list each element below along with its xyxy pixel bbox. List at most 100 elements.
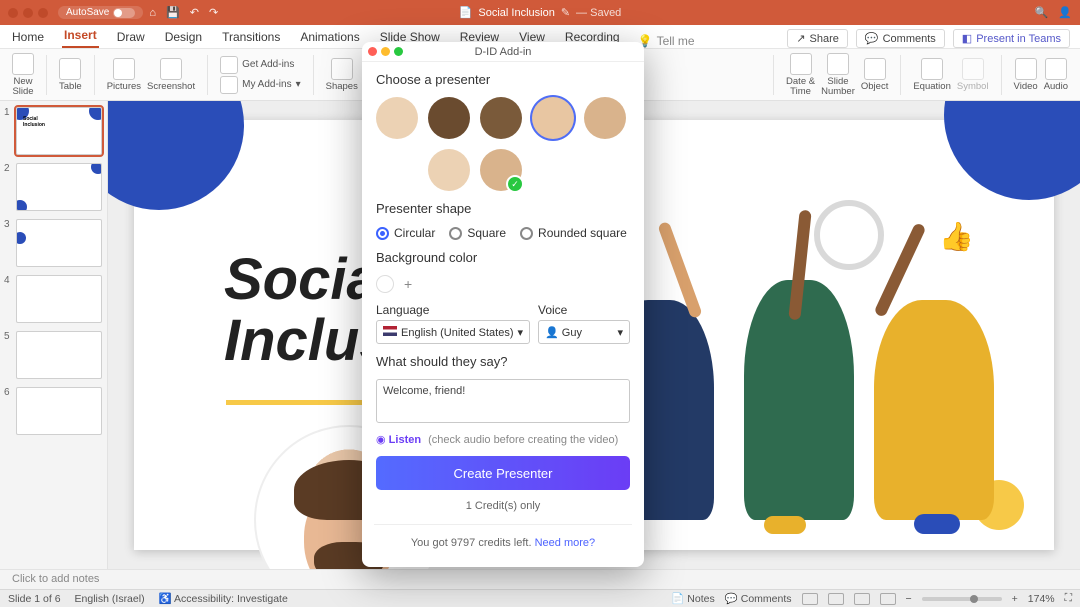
modal-title: D-ID Add-in <box>475 46 532 58</box>
shape-circular-radio[interactable]: Circular <box>376 226 435 240</box>
tab-animations[interactable]: Animations <box>298 26 361 48</box>
shape-square-radio[interactable]: Square <box>449 226 506 240</box>
autosave-toggle[interactable]: AutoSave <box>58 6 143 19</box>
modal-titlebar: D-ID Add-in <box>362 42 644 62</box>
redo-icon[interactable]: ↷ <box>209 6 218 19</box>
chevron-down-icon: ▾ <box>617 326 623 339</box>
audio-button[interactable]: Audio <box>1044 58 1068 92</box>
choose-presenter-heading: Choose a presenter <box>376 72 630 87</box>
credits-cost: 1 Credit(s) only <box>376 500 630 512</box>
saved-label: — Saved <box>576 7 621 19</box>
notes-toggle[interactable]: 📄 Notes <box>671 592 714 605</box>
presenter-option-7[interactable] <box>480 149 522 191</box>
sorter-view-button[interactable] <box>828 593 844 605</box>
zoom-out-button[interactable]: − <box>906 593 912 605</box>
datetime-button[interactable]: Date & Time <box>786 53 815 97</box>
presenter-option-5[interactable] <box>584 97 626 139</box>
doc-icon: 📄 <box>459 6 473 19</box>
share-icon: ↗ <box>796 32 805 45</box>
slidenumber-button[interactable]: Slide Number <box>821 53 855 97</box>
autosave-label: AutoSave <box>66 7 109 18</box>
object-button[interactable]: Object <box>861 58 888 92</box>
slide-illustration: 👍 <box>594 180 1014 530</box>
doc-title: 📄 Social Inclusion ✎ — Saved <box>459 6 622 19</box>
shapes-button[interactable]: Shapes <box>326 58 358 92</box>
normal-view-button[interactable] <box>802 593 818 605</box>
share-button[interactable]: ↗Share <box>787 29 848 48</box>
slideshow-view-button[interactable] <box>880 593 896 605</box>
titlebar: AutoSave ⌂ 💾 ↶ ↷ 📄 Social Inclusion ✎ — … <box>0 0 1080 25</box>
presenter-option-4[interactable] <box>532 97 574 139</box>
accessibility-status[interactable]: ♿ Accessibility: Investigate <box>159 592 288 605</box>
presenter-shape-heading: Presenter shape <box>376 201 630 216</box>
slide-counter: Slide 1 of 6 <box>8 593 61 605</box>
person-icon: 👤 <box>545 327 559 339</box>
tab-insert[interactable]: Insert <box>62 24 99 48</box>
presenter-option-1[interactable] <box>376 97 418 139</box>
thumbnail-6[interactable] <box>16 387 102 435</box>
presenter-shape-radios: Circular Square Rounded square <box>376 226 630 240</box>
bg-color-row: + <box>376 275 630 293</box>
did-addin-panel: D-ID Add-in Choose a presenter Presenter… <box>362 42 644 567</box>
tab-draw[interactable]: Draw <box>115 26 147 48</box>
comments-button[interactable]: 💬Comments <box>856 29 945 48</box>
symbol-button[interactable]: Symbol <box>957 58 989 92</box>
zoom-level[interactable]: 174% <box>1028 593 1055 605</box>
shape-rounded-radio[interactable]: Rounded square <box>520 226 627 240</box>
chevron-down-icon: ▾ <box>296 79 301 90</box>
comment-icon: 💬 <box>865 32 879 45</box>
listen-row[interactable]: ◉ Listen (check audio before creating th… <box>376 433 630 446</box>
fit-window-button[interactable]: ⛶ <box>1065 592 1072 605</box>
credits-left: You got 9797 credits left. Need more? <box>376 537 630 549</box>
screenshot-button[interactable]: Screenshot <box>147 58 195 92</box>
reading-view-button[interactable] <box>854 593 870 605</box>
presenter-option-6[interactable] <box>428 149 470 191</box>
slide-thumbnails: 1SocialInclusion 2 3 4 5 6 <box>0 101 108 569</box>
language-select[interactable]: English (United States) ▾ <box>376 320 530 344</box>
present-teams-button[interactable]: ◧Present in Teams <box>953 29 1070 48</box>
language-status[interactable]: English (Israel) <box>75 593 145 605</box>
get-addins-button[interactable]: Get Add-ins <box>220 55 294 75</box>
video-button[interactable]: Video <box>1014 58 1038 92</box>
language-label: Language <box>376 303 530 317</box>
bg-color-white[interactable] <box>376 275 394 293</box>
thumbnail-2[interactable] <box>16 163 102 211</box>
mac-window-controls[interactable] <box>8 8 48 18</box>
new-slide-button[interactable]: New Slide <box>12 53 34 97</box>
status-bar: Slide 1 of 6 English (Israel) ♿ Accessib… <box>0 589 1080 607</box>
script-textarea[interactable]: Welcome, friend! <box>376 379 630 423</box>
bg-color-heading: Background color <box>376 250 630 265</box>
need-more-link[interactable]: Need more? <box>535 537 596 549</box>
search-icon[interactable]: 🔍 <box>1035 6 1049 19</box>
pictures-button[interactable]: Pictures <box>107 58 141 92</box>
table-button[interactable]: Table <box>59 58 82 92</box>
teams-icon: ◧ <box>962 32 972 45</box>
comments-toggle[interactable]: 💬 Comments <box>725 592 792 605</box>
equation-button[interactable]: Equation <box>913 58 951 92</box>
notes-pane[interactable]: Click to add notes <box>0 569 1080 589</box>
create-presenter-button[interactable]: Create Presenter <box>376 456 630 490</box>
undo-icon[interactable]: ↶ <box>190 6 199 19</box>
tab-home[interactable]: Home <box>10 26 46 48</box>
zoom-slider[interactable] <box>922 597 1002 601</box>
modal-window-controls[interactable] <box>368 47 403 56</box>
my-addins-button[interactable]: My Add-ins▾ <box>220 75 301 95</box>
user-icon[interactable]: 👤 <box>1058 6 1072 19</box>
thumbnail-1[interactable]: SocialInclusion <box>16 107 102 155</box>
home-icon[interactable]: ⌂ <box>149 7 156 19</box>
thumbnail-3[interactable] <box>16 219 102 267</box>
voice-select[interactable]: 👤 Guy ▾ <box>538 320 630 344</box>
presenter-option-2[interactable] <box>428 97 470 139</box>
tab-transitions[interactable]: Transitions <box>220 26 282 48</box>
presenter-option-3[interactable] <box>480 97 522 139</box>
flag-icon <box>383 326 397 336</box>
save-icon[interactable]: 💾 <box>166 6 180 19</box>
thumbnail-4[interactable] <box>16 275 102 323</box>
thumbnail-5[interactable] <box>16 331 102 379</box>
add-bg-color-button[interactable]: + <box>404 276 412 292</box>
zoom-in-button[interactable]: + <box>1012 593 1018 605</box>
quick-access-toolbar: ⌂ 💾 ↶ ↷ <box>149 6 218 19</box>
tab-design[interactable]: Design <box>163 26 204 48</box>
tell-me[interactable]: 💡Tell me <box>638 34 695 48</box>
play-icon: ◉ <box>376 434 386 446</box>
